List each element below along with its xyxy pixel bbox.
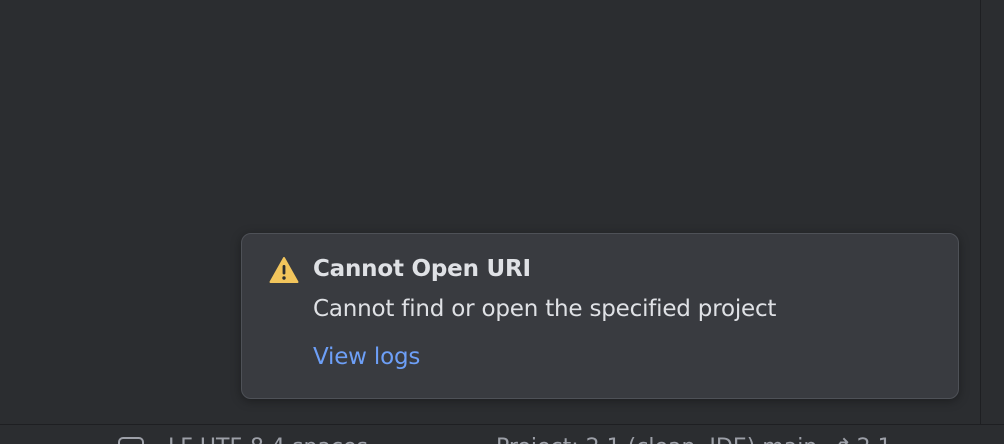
status-branch[interactable]: Project: 2.1 (clean, IDE) main ⎇ 2.1 bbox=[496, 435, 892, 444]
right-tool-strip bbox=[980, 0, 1004, 424]
notification-title: Cannot Open URI bbox=[313, 256, 531, 282]
notification-balloon: Cannot Open URI Cannot find or open the … bbox=[241, 233, 959, 399]
notification-message: Cannot find or open the specified projec… bbox=[313, 296, 777, 322]
status-encoding[interactable]: LF UTF-8 4 spaces bbox=[168, 435, 368, 444]
view-logs-link[interactable]: View logs bbox=[313, 344, 420, 370]
memory-icon[interactable] bbox=[118, 437, 144, 444]
warning-icon bbox=[269, 257, 299, 283]
status-bar: LF UTF-8 4 spaces Project: 2.1 (clean, I… bbox=[0, 424, 1004, 444]
